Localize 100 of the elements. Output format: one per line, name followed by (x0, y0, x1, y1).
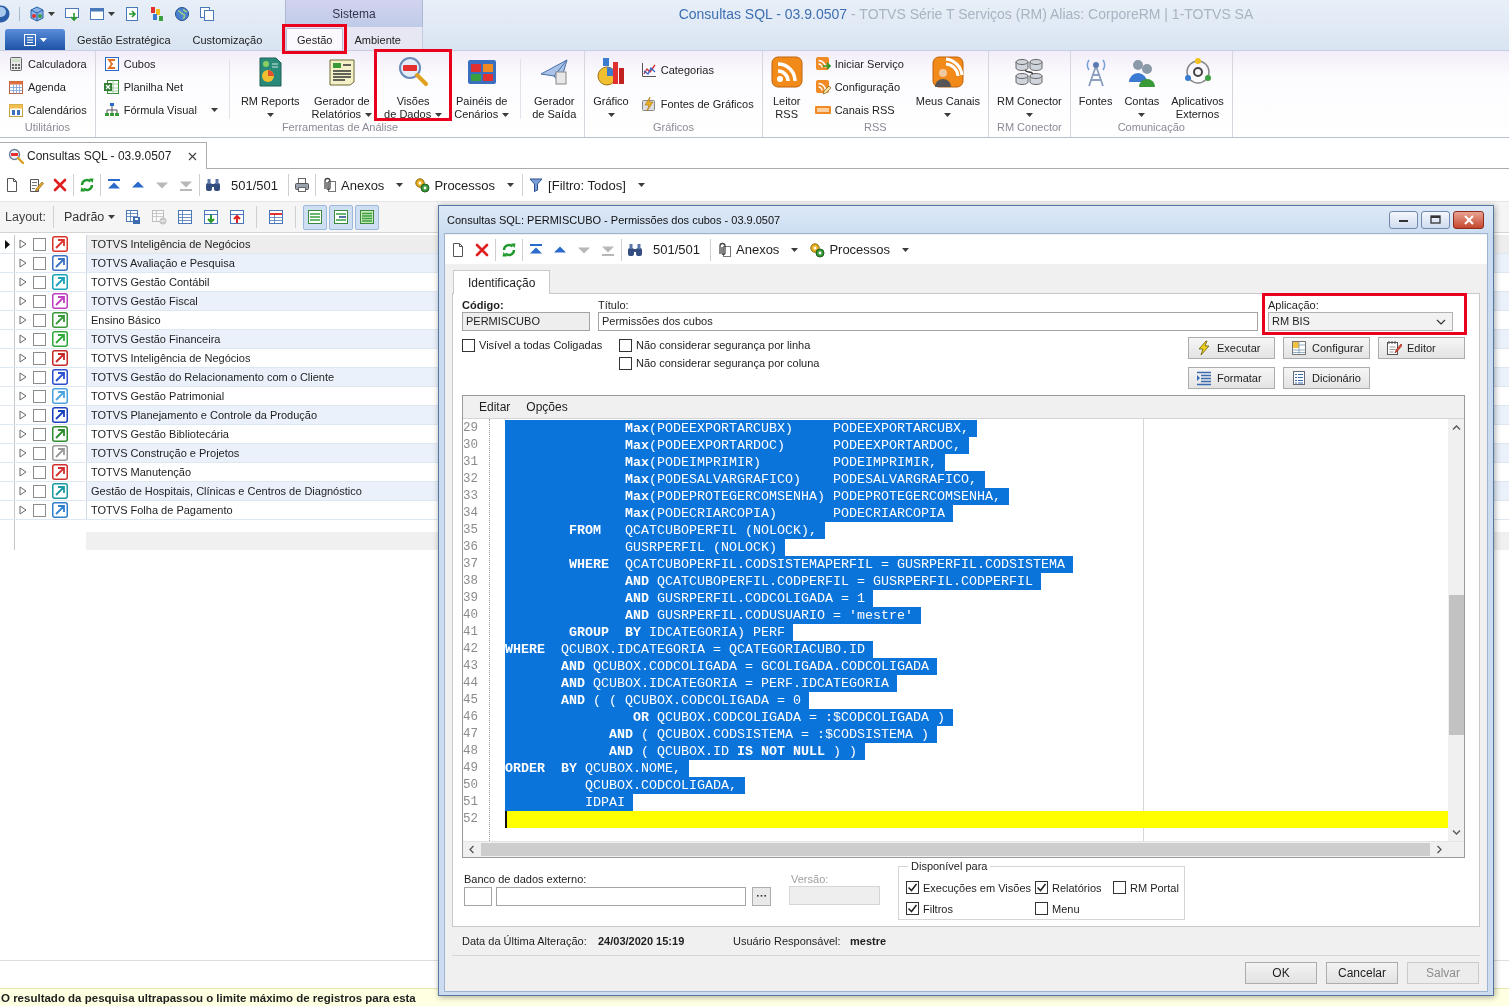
checkbox-label[interactable]: Visível a todas Coligadas (479, 339, 603, 351)
expand-arrow-icon[interactable] (19, 505, 27, 515)
ribbon-button[interactable]: Configuração (811, 76, 907, 98)
ribbon-button[interactable]: Fórmula Visual (100, 99, 221, 121)
expand-arrow-icon[interactable] (19, 429, 27, 439)
ribbon-button[interactable]: Contas (1118, 53, 1166, 121)
close-tab-button[interactable] (186, 150, 199, 162)
menu-button[interactable]: Anexos (318, 174, 410, 196)
code-editor[interactable] (462, 395, 1465, 858)
text-field[interactable]: PERMISCUBO (462, 312, 590, 331)
dialog-button[interactable]: OK (1245, 962, 1317, 984)
ribbon-tab[interactable]: Gestão Estratégica (66, 28, 182, 50)
ribbon-button[interactable]: Aplicativos Externos (1165, 53, 1230, 121)
ribbon-tab[interactable]: Customização (181, 28, 274, 50)
menu-button[interactable]: Processos (411, 174, 521, 196)
checkbox[interactable] (33, 275, 46, 289)
action-button[interactable]: Dicionário (1283, 367, 1370, 389)
scrollbar-thumb[interactable] (1448, 595, 1464, 735)
layout-dropdown[interactable]: Padrão (61, 210, 122, 224)
expand-arrow-icon[interactable] (19, 467, 27, 477)
ribbon-button[interactable]: Fontes de Gráficos (637, 93, 757, 115)
expand-arrow-icon[interactable] (19, 353, 27, 363)
checkbox-label[interactable]: Não considerar segurança por linha (636, 339, 811, 351)
minimize-button[interactable] (1389, 210, 1418, 229)
action-button[interactable]: Executar (1188, 337, 1275, 359)
checkbox[interactable] (33, 332, 46, 346)
ribbon-tab[interactable]: Gestão (286, 28, 344, 50)
expand-arrow-icon[interactable] (19, 296, 27, 306)
ribbon-button[interactable]: Categorias (637, 59, 757, 81)
checkbox[interactable] (33, 408, 46, 422)
input-field[interactable] (789, 886, 880, 905)
ribbon-button[interactable]: Gerador de Saída (526, 53, 583, 121)
checkbox[interactable] (1113, 881, 1126, 894)
input-field[interactable] (496, 886, 746, 906)
ribbon-button[interactable]: Calendários (5, 99, 90, 121)
checkbox[interactable] (33, 256, 46, 270)
browse-button[interactable] (752, 886, 771, 906)
ribbon-button[interactable]: Planilha Net (100, 76, 221, 98)
application-orb-button[interactable] (0, 3, 10, 24)
tab[interactable]: Identificação (453, 270, 551, 294)
checkbox[interactable] (619, 356, 632, 370)
document-tab[interactable]: Consultas SQL - 03.9.0507 (0, 142, 208, 169)
checkbox[interactable] (462, 338, 475, 352)
checkbox[interactable] (906, 902, 919, 915)
ribbon-button[interactable]: Fontes (1072, 53, 1119, 121)
expand-arrow-icon[interactable] (19, 315, 27, 325)
checkbox[interactable] (33, 370, 46, 384)
action-button[interactable]: Formatar (1188, 367, 1275, 389)
ribbon-button[interactable]: Canais RSS (811, 99, 907, 121)
checkbox[interactable] (33, 484, 46, 498)
checkbox-label[interactable]: Relatórios (1052, 881, 1102, 894)
ribbon-tab[interactable]: Ambiente (343, 28, 412, 50)
input-field[interactable] (464, 886, 492, 906)
expand-arrow-icon[interactable] (19, 277, 27, 287)
expand-arrow-icon[interactable] (19, 258, 27, 268)
ribbon-button[interactable]: Gráfico (587, 53, 635, 121)
checkbox[interactable] (1035, 902, 1048, 915)
checkbox[interactable] (33, 503, 46, 517)
application-dropdown[interactable]: RM BIS (1268, 312, 1453, 331)
ribbon-button[interactable]: RM Reports (234, 53, 306, 121)
expand-arrow-icon[interactable] (19, 239, 27, 249)
close-button[interactable] (1453, 210, 1484, 229)
ribbon-button[interactable]: Calculadora (5, 53, 90, 75)
ribbon-button[interactable]: RM Conector (990, 53, 1068, 121)
text-field[interactable]: Permissões dos cubos (598, 312, 1258, 331)
checkbox[interactable] (33, 427, 46, 441)
ribbon-button[interactable]: Visões de Dados (378, 53, 449, 118)
action-button[interactable]: Configurar (1283, 337, 1370, 359)
action-button[interactable]: Editor (1378, 337, 1465, 359)
menu-button[interactable]: [Filtro: Todos] (525, 174, 651, 196)
checkbox-label[interactable]: Filtros (923, 902, 953, 915)
maximize-button[interactable] (1421, 210, 1450, 229)
ribbon-button[interactable]: Leitor RSS (764, 53, 809, 121)
checkbox[interactable] (33, 237, 46, 251)
checkbox-label[interactable]: Menu (1052, 902, 1080, 915)
toolbar-button[interactable] (355, 204, 380, 230)
ribbon-button[interactable]: Meus Canais (909, 53, 986, 121)
vertical-scrollbar[interactable] (1448, 419, 1464, 841)
checkbox[interactable] (906, 881, 919, 894)
horizontal-scrollbar[interactable] (463, 841, 1464, 857)
expand-arrow-icon[interactable] (19, 334, 27, 344)
application-menu-button[interactable] (5, 29, 65, 50)
ribbon-button[interactable]: Painéis de Cenários (448, 53, 516, 121)
checkbox[interactable] (619, 338, 632, 352)
expand-arrow-icon[interactable] (19, 372, 27, 382)
checkbox-label[interactable]: Não considerar segurança por coluna (636, 357, 820, 369)
dialog-button[interactable]: Cancelar (1326, 962, 1398, 984)
expand-arrow-icon[interactable] (19, 448, 27, 458)
expand-arrow-icon[interactable] (19, 410, 27, 420)
ribbon-button[interactable]: Cubos (100, 53, 221, 75)
checkbox[interactable] (33, 313, 46, 327)
toolbar-button[interactable] (329, 204, 354, 230)
ribbon-button[interactable]: Gerador de Relatórios (305, 53, 379, 121)
checkbox[interactable] (33, 351, 46, 365)
toolbar-button[interactable] (303, 204, 328, 230)
expand-arrow-icon[interactable] (19, 391, 27, 401)
expand-arrow-icon[interactable] (19, 486, 27, 496)
scrollbar-thumb[interactable] (481, 843, 1430, 856)
ribbon-button[interactable]: Iniciar Serviço (811, 53, 907, 75)
checkbox[interactable] (33, 389, 46, 403)
